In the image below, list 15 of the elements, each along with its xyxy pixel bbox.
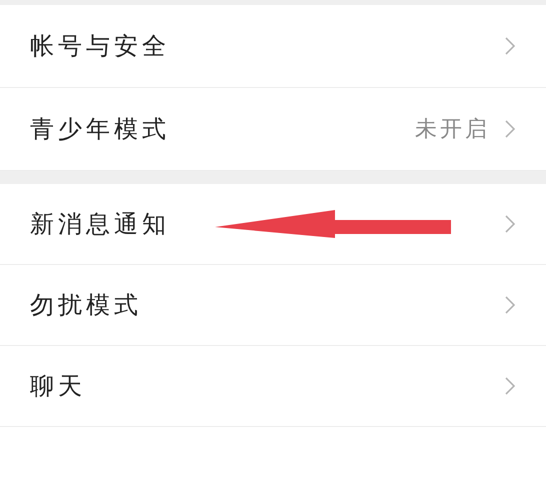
- row-label: 勿扰模式: [30, 290, 143, 321]
- row-label: 帐号与安全: [30, 31, 171, 62]
- chevron-icon: [504, 376, 516, 396]
- chevron-icon: [504, 214, 516, 234]
- row-label: 新消息通知: [30, 209, 171, 240]
- settings-row[interactable]: 聊天: [0, 346, 546, 427]
- settings-row[interactable]: 新消息通知: [0, 184, 546, 265]
- chevron-icon: [504, 119, 516, 139]
- chevron-icon: [504, 295, 516, 315]
- settings-row[interactable]: 勿扰模式: [0, 265, 546, 346]
- row-label: 聊天: [30, 371, 87, 402]
- row-label: 青少年模式: [30, 114, 171, 145]
- settings-row[interactable]: 帐号与安全: [0, 5, 546, 88]
- chevron-icon: [504, 36, 516, 56]
- row-value: 未开启: [415, 116, 490, 144]
